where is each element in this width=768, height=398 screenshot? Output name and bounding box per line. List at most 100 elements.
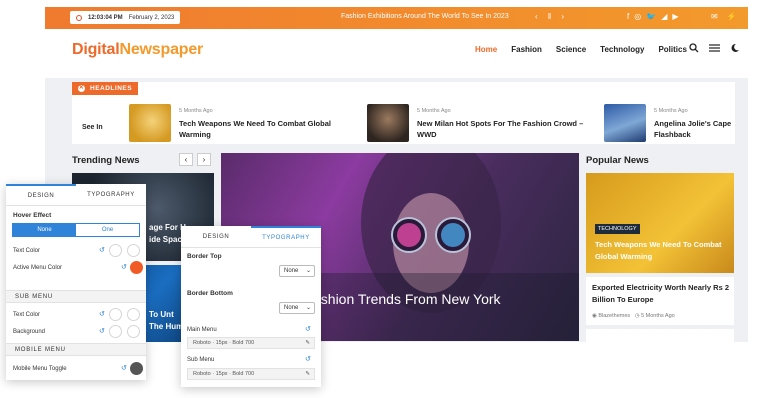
border-bottom-select[interactable]: None ⌄ [279,302,315,314]
clock-icon: ◷ [634,313,640,319]
headline-title[interactable]: New Milan Hot Spots For The Fashion Crow… [417,118,597,140]
post-date: 5 Months Ago [641,313,675,319]
popular-item-meta: ◉ Blazethemes ◷ 5 Months Ago [592,313,675,319]
main-menu-font-control[interactable]: Roboto · 15px · Bold 700 ✎ [187,337,315,349]
main-nav: Home Fashion Science Technology Politics [475,45,687,54]
ticker-controls[interactable]: ‹ ‖ › [535,12,568,21]
category-badge[interactable]: TECHNOLOGY [595,224,640,234]
text-color-hover-swatch[interactable] [127,244,140,257]
logo-part-1: Digital [72,41,120,58]
popular-title: Popular News [586,155,649,166]
date-time-badge: 12:03:04 PM February 2, 2023 [70,11,181,24]
author-name[interactable]: Blazethemes [598,313,630,319]
ticker-headline[interactable]: Fashion Exhibitions Around The World To … [341,13,509,20]
text-color-swatch[interactable] [109,244,122,257]
background-label: Background [13,329,46,335]
headline-meta: 5 Months Ago [654,108,688,114]
background-hover-swatch[interactable] [127,325,140,338]
hover-effect-label: Hover Effect [13,212,52,219]
border-bottom-value: None [284,305,299,311]
trending-text[interactable]: ide Spac [149,235,182,244]
site-logo[interactable]: DigitalNewspaper [72,41,203,59]
tab-typography[interactable]: TYPOGRAPHY [251,226,321,247]
sub-text-color-swatch[interactable] [109,308,122,321]
headline-title[interactable]: Angelina Jolie's Cape Flashback [654,118,734,140]
nav-science[interactable]: Science [556,45,586,54]
edit-icon[interactable]: ✎ [305,369,310,379]
headline-fragment[interactable]: See In [82,124,103,131]
nav-politics[interactable]: Politics [658,45,686,54]
popular-card[interactable]: TECHNOLOGY Tech Weapons We Need To Comba… [586,173,734,273]
dark-mode-icon[interactable] [730,43,740,53]
reset-icon[interactable]: ↺ [99,327,105,335]
nav-home[interactable]: Home [475,45,497,54]
sub-text-color-hover-swatch[interactable] [127,308,140,321]
telegram-icon[interactable]: ◢ [661,12,667,21]
reset-icon[interactable]: ↺ [121,263,127,271]
mail-icon[interactable]: ✉ [711,12,718,21]
tab-design[interactable]: DESIGN [6,184,76,205]
edit-icon[interactable]: ✎ [305,338,310,348]
nav-technology[interactable]: Technology [600,45,644,54]
nav-fashion[interactable]: Fashion [511,45,542,54]
hover-none-option[interactable]: None [13,224,76,236]
mobile-toggle-label: Mobile Menu Toggle [13,366,67,372]
top-bar: 12:03:04 PM February 2, 2023 Fashion Exh… [45,7,748,29]
popular-card-title[interactable]: Tech Weapons We Need To Combat Global Wa… [595,239,725,263]
reset-icon[interactable]: ↺ [99,246,105,254]
main-menu-label: Main Menu [187,327,217,333]
popular-item[interactable]: Exported Electricity Worth Nearly Rs 2 B… [586,277,734,325]
tab-typography[interactable]: TYPOGRAPHY [76,184,146,205]
border-bottom-label: Border Bottom [187,290,233,297]
mobile-toggle-color-swatch[interactable] [130,362,143,375]
hover-effect-toggle: None One [12,223,140,237]
menu-icon[interactable] [709,43,720,53]
sub-menu-font-control[interactable]: Roboto · 15px · Bold 700 ✎ [187,368,315,380]
trending-text[interactable]: To Unt [149,310,174,319]
social-links: f ◎ 🐦 ◢ ▶ [627,12,679,21]
trending-next-button[interactable]: › [197,153,211,166]
panel-tabs: DESIGN TYPOGRAPHY [6,184,146,206]
search-icon[interactable] [689,43,699,53]
active-menu-color-swatch[interactable] [130,261,143,274]
facebook-icon[interactable]: f [627,12,629,21]
headline-thumbnail [604,104,646,142]
site-preview: 12:03:04 PM February 2, 2023 Fashion Exh… [45,7,748,342]
tab-design[interactable]: DESIGN [181,226,251,247]
border-top-select[interactable]: None ⌄ [279,265,315,277]
chevron-down-icon: ⌄ [305,305,311,311]
youtube-icon[interactable]: ▶ [672,12,678,21]
trending-text[interactable]: The Hum [149,322,183,331]
reset-icon[interactable]: ↺ [305,355,311,363]
hero-title[interactable]: ashion Trends From New York [313,291,501,307]
background-swatch[interactable] [109,325,122,338]
headlines-label: HEADLINES [90,85,133,92]
headlines-bar: ✕ HEADLINES See In 5 Months Ago Tech Wea… [72,82,735,144]
popular-item-title[interactable]: Exported Electricity Worth Nearly Rs 2 B… [592,282,730,306]
reset-icon[interactable]: ↺ [99,310,105,318]
date: February 2, 2023 [128,14,175,21]
panel-tabs: DESIGN TYPOGRAPHY [181,226,321,248]
author-icon: ◉ [592,313,597,319]
sub-menu-section: SUB MENU [6,290,146,303]
headline-thumbnail [367,104,409,142]
popular-item[interactable] [586,329,734,342]
headline-meta: 5 Months Ago [417,108,451,114]
border-top-label: Border Top [187,253,222,260]
headline-title[interactable]: Tech Weapons We Need To Combat Global Wa… [179,118,359,140]
mobile-menu-section: MOBILE MENU [6,343,146,356]
instagram-icon[interactable]: ◎ [634,12,641,21]
chevron-down-icon: ⌄ [305,268,311,274]
main-menu-font-value: Roboto · 15px · Bold 700 [193,340,255,346]
reset-icon[interactable]: ↺ [121,364,127,372]
trending-prev-button[interactable]: ‹ [179,153,193,166]
utility-links: ✉ ⚡ [711,12,737,21]
reset-icon[interactable]: ↺ [305,325,311,333]
flash-icon[interactable]: ⚡ [727,12,737,21]
twitter-icon[interactable]: 🐦 [646,12,656,21]
clock-icon [76,14,82,21]
hover-one-option[interactable]: One [76,224,139,236]
stage: 12:03:04 PM February 2, 2023 Fashion Exh… [0,0,768,398]
close-icon[interactable]: ✕ [78,85,85,92]
customizer-panel-menu: DESIGN TYPOGRAPHY Hover Effect None One … [6,184,146,380]
